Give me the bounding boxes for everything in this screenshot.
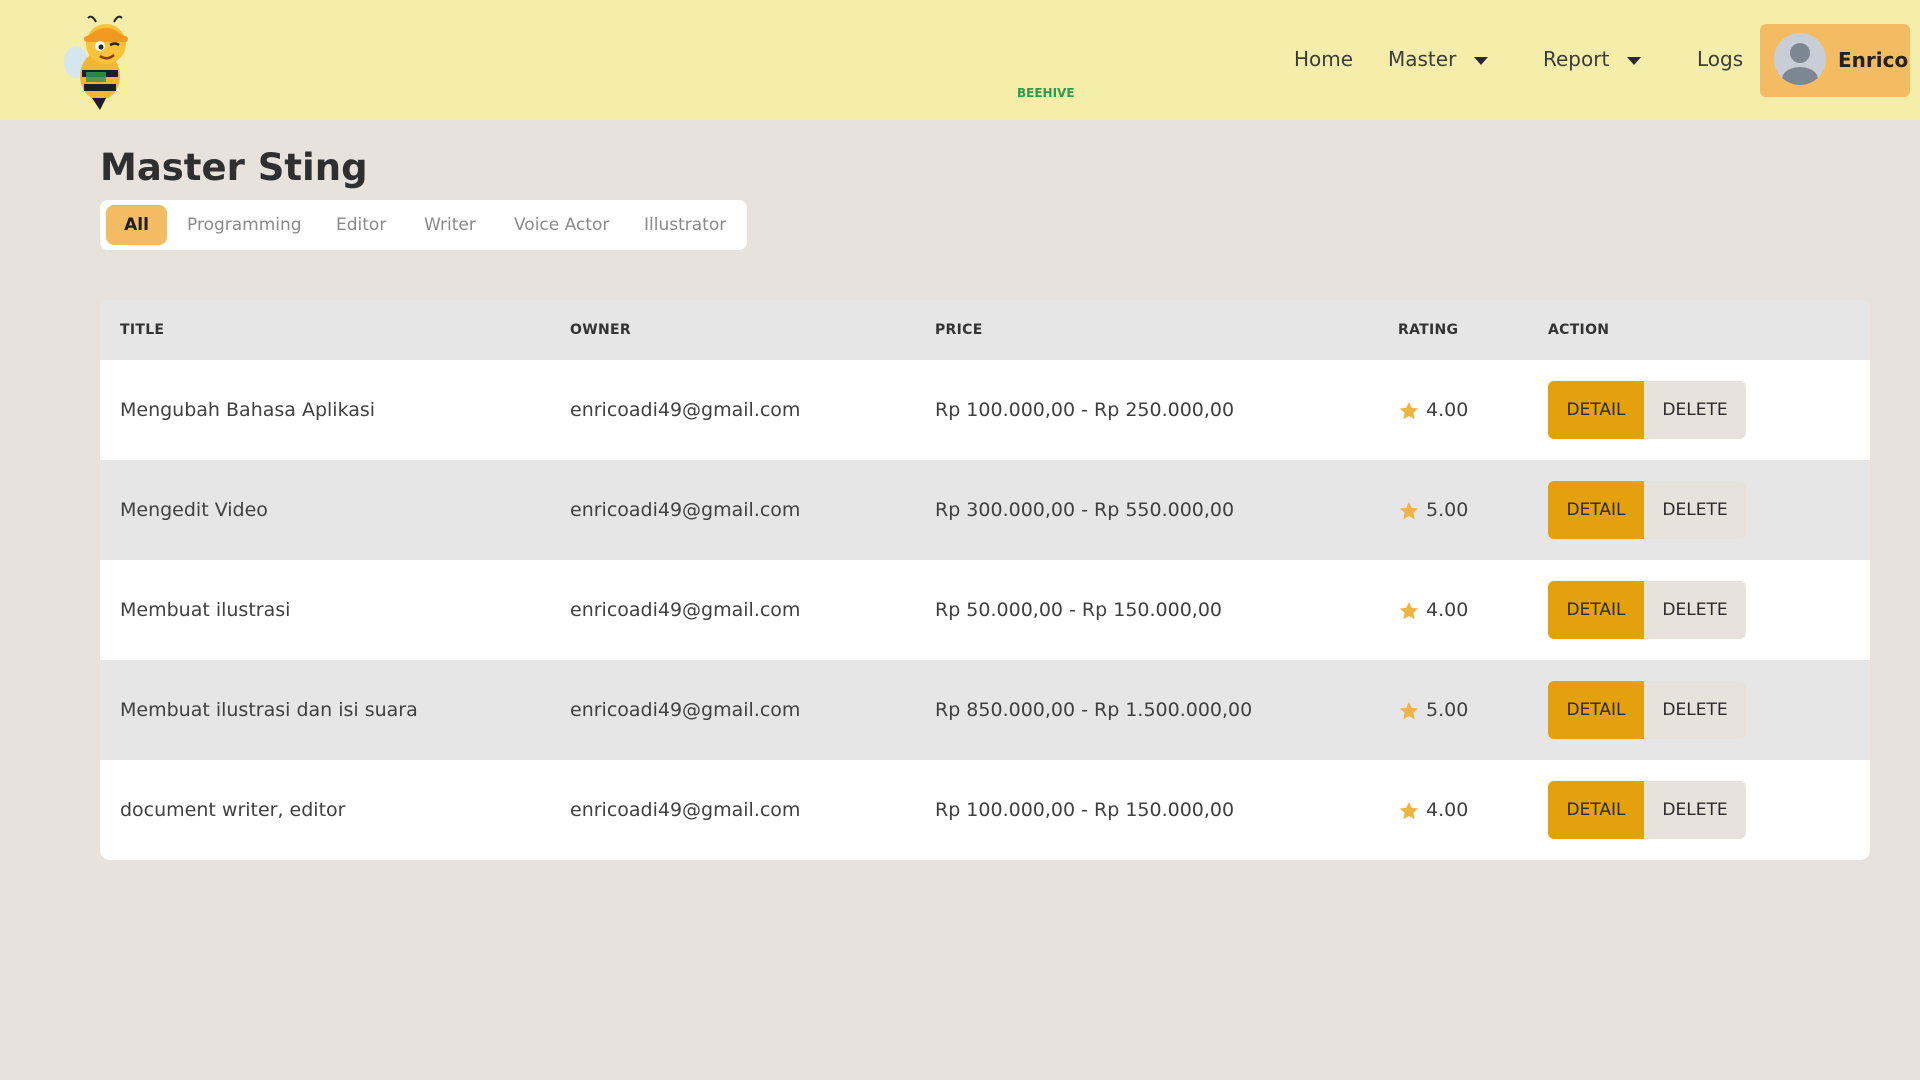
detail-button[interactable]: DETAIL	[1548, 481, 1644, 539]
chevron-down-icon	[1474, 56, 1489, 65]
column-header-owner: OWNER	[570, 322, 631, 338]
tab-voice-actor[interactable]: Voice Actor	[514, 205, 609, 245]
table-row: Membuat ilustrasi dan isi suara enricoad…	[100, 660, 1870, 760]
star-icon	[1399, 701, 1419, 720]
top-navbar: BEEHIVE Home Master Report Logs Enrico	[0, 0, 1920, 120]
nav-logs-link[interactable]: Logs	[1697, 47, 1743, 71]
table-row: Mengubah Bahasa Aplikasi enricoadi49@gma…	[100, 360, 1870, 460]
row-owner: enricoadi49@gmail.com	[570, 699, 801, 721]
tab-writer[interactable]: Writer	[424, 205, 476, 245]
row-rating: 5.00	[1426, 499, 1469, 521]
row-owner: enricoadi49@gmail.com	[570, 499, 801, 521]
avatar	[1774, 33, 1826, 85]
column-header-title: TITLE	[120, 322, 165, 338]
row-title: document writer, editor	[120, 799, 346, 821]
category-tabs: All Programming Editor Writer Voice Acto…	[100, 200, 747, 250]
row-rating: 4.00	[1426, 799, 1469, 821]
row-price: Rp 100.000,00 - Rp 150.000,00	[935, 799, 1235, 821]
nav-master-label: Master	[1388, 47, 1457, 71]
row-price: Rp 300.000,00 - Rp 550.000,00	[935, 499, 1235, 521]
column-header-rating: RATING	[1398, 322, 1459, 338]
table-header: TITLE OWNER PRICE RATING ACTION	[100, 300, 1870, 360]
tab-all[interactable]: All	[106, 205, 167, 245]
user-silhouette-icon	[1782, 43, 1818, 85]
row-title: Mengedit Video	[120, 499, 268, 521]
nav-report-label: Report	[1543, 47, 1610, 71]
page-title: Master Sting	[100, 146, 368, 189]
column-header-price: PRICE	[935, 322, 983, 338]
nav-report-dropdown[interactable]: Report	[1543, 47, 1642, 71]
nav-home-link[interactable]: Home	[1294, 47, 1353, 71]
row-actions: DETAIL DELETE	[1548, 381, 1746, 439]
tab-programming[interactable]: Programming	[187, 205, 302, 245]
logo-text: BEEHIVE	[1017, 86, 1075, 100]
row-title: Membuat ilustrasi	[120, 599, 291, 621]
row-price: Rp 850.000,00 - Rp 1.500.000,00	[935, 699, 1253, 721]
table-row: Membuat ilustrasi enricoadi49@gmail.com …	[100, 560, 1870, 660]
row-actions: DETAIL DELETE	[1548, 581, 1746, 639]
row-owner: enricoadi49@gmail.com	[570, 799, 801, 821]
row-actions: DETAIL DELETE	[1548, 681, 1746, 739]
row-actions: DETAIL DELETE	[1548, 481, 1746, 539]
detail-button[interactable]: DETAIL	[1548, 381, 1644, 439]
row-rating: 4.00	[1426, 399, 1469, 421]
row-actions: DETAIL DELETE	[1548, 781, 1746, 839]
delete-button[interactable]: DELETE	[1644, 381, 1746, 439]
detail-button[interactable]: DETAIL	[1548, 581, 1644, 639]
user-menu-button[interactable]: Enrico	[1760, 24, 1910, 97]
delete-button[interactable]: DELETE	[1644, 481, 1746, 539]
row-title: Mengubah Bahasa Aplikasi	[120, 399, 376, 421]
row-price: Rp 50.000,00 - Rp 150.000,00	[935, 599, 1223, 621]
star-icon	[1399, 601, 1419, 620]
tab-editor[interactable]: Editor	[336, 205, 386, 245]
delete-button[interactable]: DELETE	[1644, 581, 1746, 639]
star-icon	[1399, 401, 1419, 420]
chevron-down-icon	[1627, 56, 1642, 65]
beehive-logo[interactable]	[56, 14, 152, 110]
row-rating: 4.00	[1426, 599, 1469, 621]
table-row: Mengedit Video enricoadi49@gmail.com Rp …	[100, 460, 1870, 560]
row-owner: enricoadi49@gmail.com	[570, 599, 801, 621]
sting-table: TITLE OWNER PRICE RATING ACTION Mengubah…	[100, 300, 1870, 860]
row-rating: 5.00	[1426, 699, 1469, 721]
row-owner: enricoadi49@gmail.com	[570, 399, 801, 421]
user-name: Enrico	[1838, 48, 1909, 72]
detail-button[interactable]: DETAIL	[1548, 681, 1644, 739]
nav-master-dropdown[interactable]: Master	[1388, 47, 1489, 71]
delete-button[interactable]: DELETE	[1644, 681, 1746, 739]
star-icon	[1399, 801, 1419, 820]
row-title: Membuat ilustrasi dan isi suara	[120, 699, 418, 721]
tab-illustrator[interactable]: Illustrator	[644, 205, 726, 245]
star-icon	[1399, 501, 1419, 520]
table-row: document writer, editor enricoadi49@gmai…	[100, 760, 1870, 860]
column-header-action: ACTION	[1548, 322, 1610, 338]
delete-button[interactable]: DELETE	[1644, 781, 1746, 839]
row-price: Rp 100.000,00 - Rp 250.000,00	[935, 399, 1235, 421]
detail-button[interactable]: DETAIL	[1548, 781, 1644, 839]
